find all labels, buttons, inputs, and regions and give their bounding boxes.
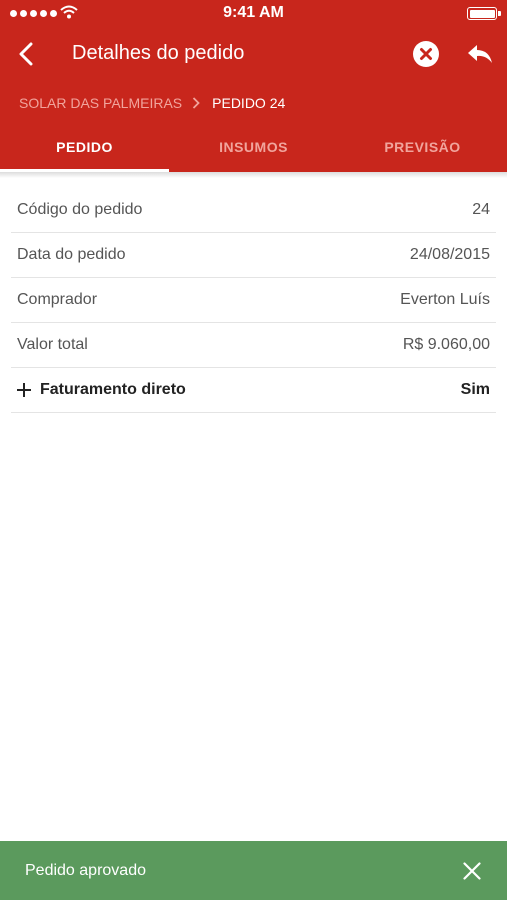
detail-row-codigo: Código do pedido 24 [11, 188, 496, 233]
close-icon [463, 861, 481, 880]
detail-label: Valor total [17, 336, 88, 353]
status-bar: 9:41 AM [0, 0, 507, 26]
toast-close-button[interactable] [460, 859, 484, 883]
breadcrumb-current: PEDIDO 24 [212, 95, 286, 111]
detail-row-faturamento-direto[interactable]: Faturamento direto Sim [11, 368, 496, 413]
tab-bar: PEDIDO INSUMOS PREVISÃO [0, 122, 507, 172]
detail-label: Data do pedido [17, 246, 126, 263]
tab-pedido[interactable]: PEDIDO [0, 122, 169, 172]
detail-value: 24/08/2015 [409, 246, 490, 263]
cancel-circle-icon [413, 41, 439, 67]
toast-notification: Pedido aprovado [0, 841, 507, 900]
detail-label: Faturamento direto [40, 381, 186, 398]
detail-row-valor-total: Valor total R$ 9.060,00 [11, 323, 496, 368]
breadcrumb-parent[interactable]: SOLAR DAS PALMEIRAS [19, 95, 182, 111]
cancel-order-button[interactable] [410, 38, 442, 70]
detail-value: Everton Luís [400, 291, 490, 308]
tab-previsao[interactable]: PREVISÃO [338, 122, 507, 172]
breadcrumb: SOLAR DAS PALMEIRAS PEDIDO 24 [19, 95, 285, 111]
page-title: Detalhes do pedido [72, 42, 245, 64]
detail-label-wrap: Faturamento direto [17, 381, 186, 399]
battery-icon [467, 7, 501, 20]
detail-row-data: Data do pedido 24/08/2015 [11, 233, 496, 278]
detail-row-comprador: Comprador Everton Luís [11, 278, 496, 323]
reply-arrow-icon [468, 45, 492, 63]
nav-bar: Detalhes do pedido [0, 30, 507, 78]
header: 9:41 AM Detalhes do pedido SOLAR DAS PAL… [0, 0, 507, 172]
detail-value: Sim [460, 381, 490, 398]
reply-button[interactable] [462, 38, 498, 70]
toast-message: Pedido aprovado [25, 861, 146, 879]
detail-label: Comprador [17, 291, 98, 308]
chevron-right-icon [192, 97, 200, 109]
header-shadow [0, 172, 507, 178]
back-button[interactable] [10, 36, 42, 72]
detail-value: 24 [472, 201, 490, 218]
detail-label: Código do pedido [17, 201, 143, 218]
back-chevron-icon [19, 42, 33, 66]
tab-insumos[interactable]: INSUMOS [169, 122, 338, 172]
status-time: 9:41 AM [223, 4, 284, 21]
plus-icon [17, 383, 31, 397]
order-details-list: Código do pedido 24 Data do pedido 24/08… [11, 188, 496, 413]
detail-value: R$ 9.060,00 [402, 336, 490, 353]
